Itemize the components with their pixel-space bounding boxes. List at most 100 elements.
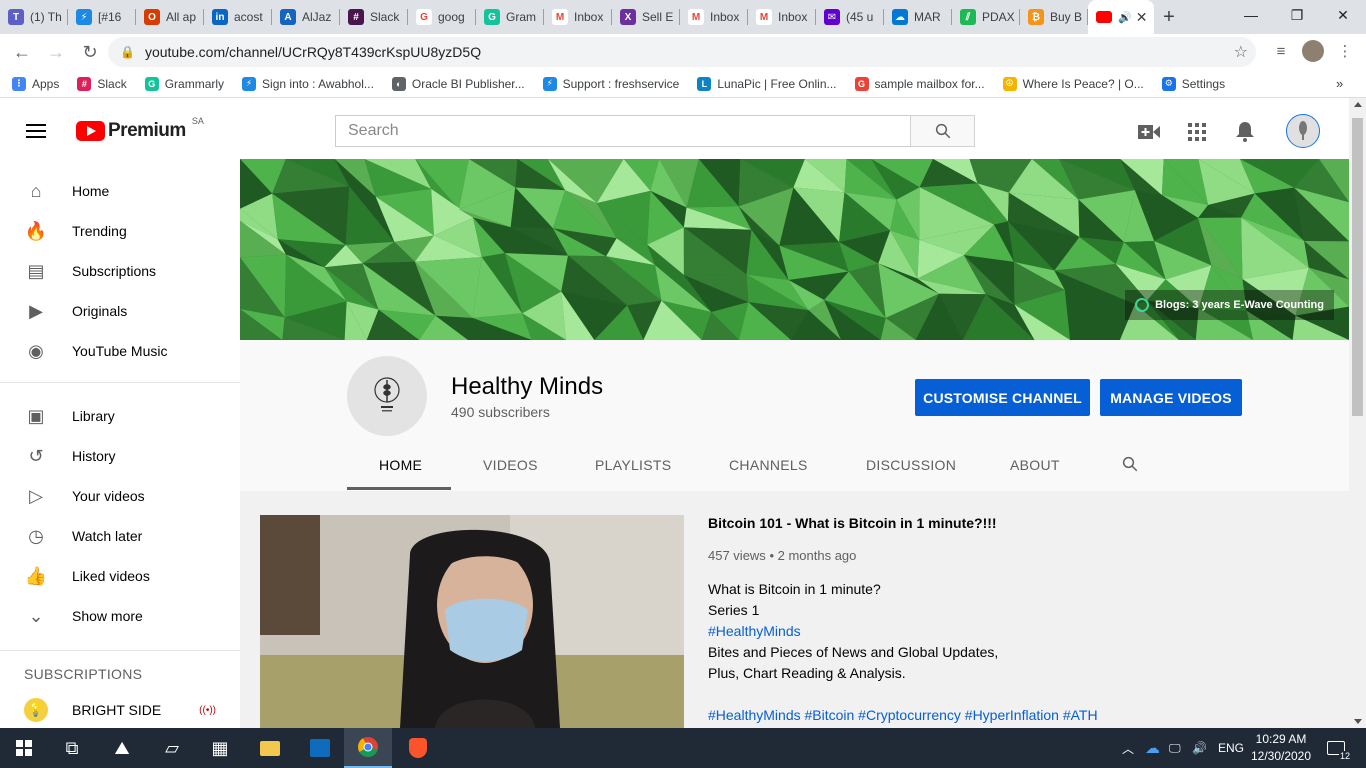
sidebar-item-youtube-music[interactable]: ◉ YouTube Music [0, 331, 240, 371]
sidebar-item-originals[interactable]: ▶ Originals [0, 291, 240, 331]
photos-app-icon[interactable]: ⛰ [98, 728, 146, 768]
sidebar-item-trending[interactable]: 🔥 Trending [0, 211, 240, 251]
browser-tab[interactable]: X Sell E [612, 0, 680, 34]
browser-tab[interactable]: T (1) Th [0, 0, 68, 34]
banner-link[interactable]: Blogs: 3 years E-Wave Counting [1125, 290, 1334, 320]
bookmark-item[interactable]: ⋮ Apps [12, 76, 59, 91]
brave-app-icon[interactable] [394, 728, 442, 768]
file-explorer-icon[interactable] [246, 728, 294, 768]
volume-tray-icon[interactable]: 🔊 [1192, 728, 1207, 768]
browser-tab[interactable]: ✉ (45 u [816, 0, 884, 34]
windows-start-icon[interactable] [0, 728, 48, 768]
chrome-menu-icon[interactable]: ⋮ [1332, 38, 1358, 64]
browser-tab[interactable]: M Inbox [748, 0, 816, 34]
tab-playlists[interactable]: PLAYLISTS [595, 457, 671, 473]
channel-avatar[interactable] [347, 356, 427, 436]
bookmark-star-icon[interactable]: ☆ [1234, 42, 1248, 62]
bookmark-item[interactable]: ⚙ Settings [1161, 76, 1225, 91]
onedrive-tray-icon[interactable]: ☁ [1145, 728, 1160, 768]
task-view-icon[interactable]: ⧉ [48, 728, 96, 768]
notepad-app-icon[interactable]: ▱ [148, 728, 196, 768]
bookmark-item[interactable]: G Grammarly [144, 76, 225, 91]
tab-about[interactable]: ABOUT [1010, 457, 1060, 473]
browser-tab[interactable]: ₿ Buy B [1020, 0, 1088, 34]
featured-video-player[interactable] [260, 515, 684, 728]
outlook-app-icon[interactable] [296, 728, 344, 768]
bookmark-item[interactable]: ◐ Oracle BI Publisher... [391, 76, 525, 91]
create-video-icon[interactable] [1137, 120, 1161, 144]
audio-icon[interactable]: 🔊 [1118, 11, 1132, 24]
bookmark-item[interactable]: ⚡ Support : freshservice [542, 76, 679, 91]
tab-youtube-active[interactable]: 🔊 ✕ [1088, 0, 1154, 34]
restore-icon[interactable]: ❐ [1274, 0, 1320, 30]
description-hashtags[interactable]: #HealthyMinds #Bitcoin #Cryptocurrency #… [708, 707, 1098, 723]
customise-channel-button[interactable]: CUSTOMISE CHANNEL [915, 379, 1090, 416]
browser-tab[interactable]: G Gram [476, 0, 544, 34]
scroll-up-icon[interactable] [1354, 102, 1362, 107]
action-center-icon[interactable]: 12 [1325, 728, 1351, 768]
network-tray-icon[interactable]: 🖵 [1169, 728, 1181, 768]
address-bar[interactable]: 🔒 youtube.com/channel/UCrRQy8T439crKspUU… [108, 37, 1256, 67]
apps-grid-icon[interactable] [1185, 120, 1209, 144]
tab-channels[interactable]: CHANNELS [729, 457, 808, 473]
bookmarks-overflow-icon[interactable]: » [1336, 76, 1343, 91]
sidebar-item-library[interactable]: ▣ Library [0, 396, 240, 436]
scroll-thumb[interactable] [1352, 118, 1363, 416]
lock-icon[interactable]: 🔒 [120, 45, 135, 59]
browser-tab[interactable]: in acost [204, 0, 272, 34]
featured-video-title[interactable]: Bitcoin 101 - What is Bitcoin in 1 minut… [708, 515, 997, 531]
tab-discussion[interactable]: DISCUSSION [866, 457, 956, 473]
browser-tab[interactable]: M Inbox [544, 0, 612, 34]
chrome-taskbar-icon[interactable] [344, 728, 392, 768]
browser-tab[interactable]: A AlJaz [272, 0, 340, 34]
browser-tab[interactable]: ⫽ PDAX [952, 0, 1020, 34]
browser-tab[interactable]: O All ap [136, 0, 204, 34]
search-input[interactable]: Search [335, 115, 911, 147]
browser-tab[interactable]: Ggoog [408, 0, 476, 34]
bookmark-item[interactable]: ⚡ Sign into : Awabhol... [242, 76, 374, 91]
minimize-icon[interactable]: — [1228, 0, 1274, 30]
calculator-app-icon[interactable]: ▦ [196, 728, 244, 768]
bookmark-item[interactable]: # Slack [77, 76, 127, 91]
youtube-premium-logo[interactable]: Premium SA [76, 116, 204, 142]
close-window-icon[interactable]: ✕ [1320, 0, 1366, 30]
notifications-bell-icon[interactable] [1233, 120, 1257, 144]
manage-videos-button[interactable]: MANAGE VIDEOS [1100, 379, 1242, 416]
channel-search-icon[interactable] [1121, 455, 1139, 478]
sidebar-item-history[interactable]: ↺ History [0, 436, 240, 476]
sidebar-item-liked-videos[interactable]: 👍 Liked videos [0, 556, 240, 596]
browser-tab[interactable]: M Inbox [680, 0, 748, 34]
browser-tab[interactable]: ☁ MAR [884, 0, 952, 34]
sidebar-item-subscriptions[interactable]: ▤ Subscriptions [0, 251, 240, 291]
language-indicator[interactable]: ENG [1218, 728, 1244, 768]
forward-icon[interactable]: → [40, 36, 72, 68]
close-tab-icon[interactable]: ✕ [1136, 9, 1148, 26]
page-scrollbar[interactable] [1349, 98, 1366, 728]
account-avatar[interactable] [1286, 114, 1320, 148]
tab-videos[interactable]: VIDEOS [483, 457, 538, 473]
guide-menu-icon[interactable] [26, 124, 46, 138]
subscription-item[interactable]: 💡 BRIGHT SIDE ((•)) [0, 690, 240, 730]
reload-icon[interactable]: ↻ [74, 36, 106, 68]
description-hashtags[interactable]: #HealthyMinds [708, 623, 801, 639]
browser-tab[interactable]: ⚡ [#16 [68, 0, 136, 34]
sidebar-item-home[interactable]: ⌂ Home [0, 171, 240, 211]
show-hidden-icons[interactable]: ︿ [1122, 728, 1134, 768]
new-tab-button[interactable]: + [1154, 0, 1184, 34]
bookmark-item[interactable]: L LunaPic | Free Onlin... [697, 76, 837, 91]
profile-avatar-icon[interactable] [1300, 38, 1326, 64]
sidebar-item-your-videos[interactable]: ▷ Your videos [0, 476, 240, 516]
scroll-down-icon[interactable] [1354, 719, 1362, 724]
reading-list-icon[interactable]: ≡ [1268, 38, 1294, 64]
search-button[interactable] [910, 115, 975, 147]
bookmark-item[interactable]: Gsample mailbox for... [854, 76, 985, 91]
sidebar-item-watch-later[interactable]: ◷ Watch later [0, 516, 240, 556]
clock-date: 12/30/2020 [1250, 749, 1312, 763]
system-clock[interactable]: 10:29 AM 12/30/2020 [1246, 731, 1316, 765]
back-icon[interactable]: ← [6, 36, 38, 68]
tab-home[interactable]: HOME [379, 457, 422, 473]
browser-tab[interactable]: # Slack [340, 0, 408, 34]
bookmark-label: Grammarly [164, 76, 225, 91]
sidebar-item-show-more[interactable]: ⌄ Show more [0, 596, 240, 636]
bookmark-item[interactable]: ☮ Where Is Peace? | O... [1002, 76, 1144, 91]
